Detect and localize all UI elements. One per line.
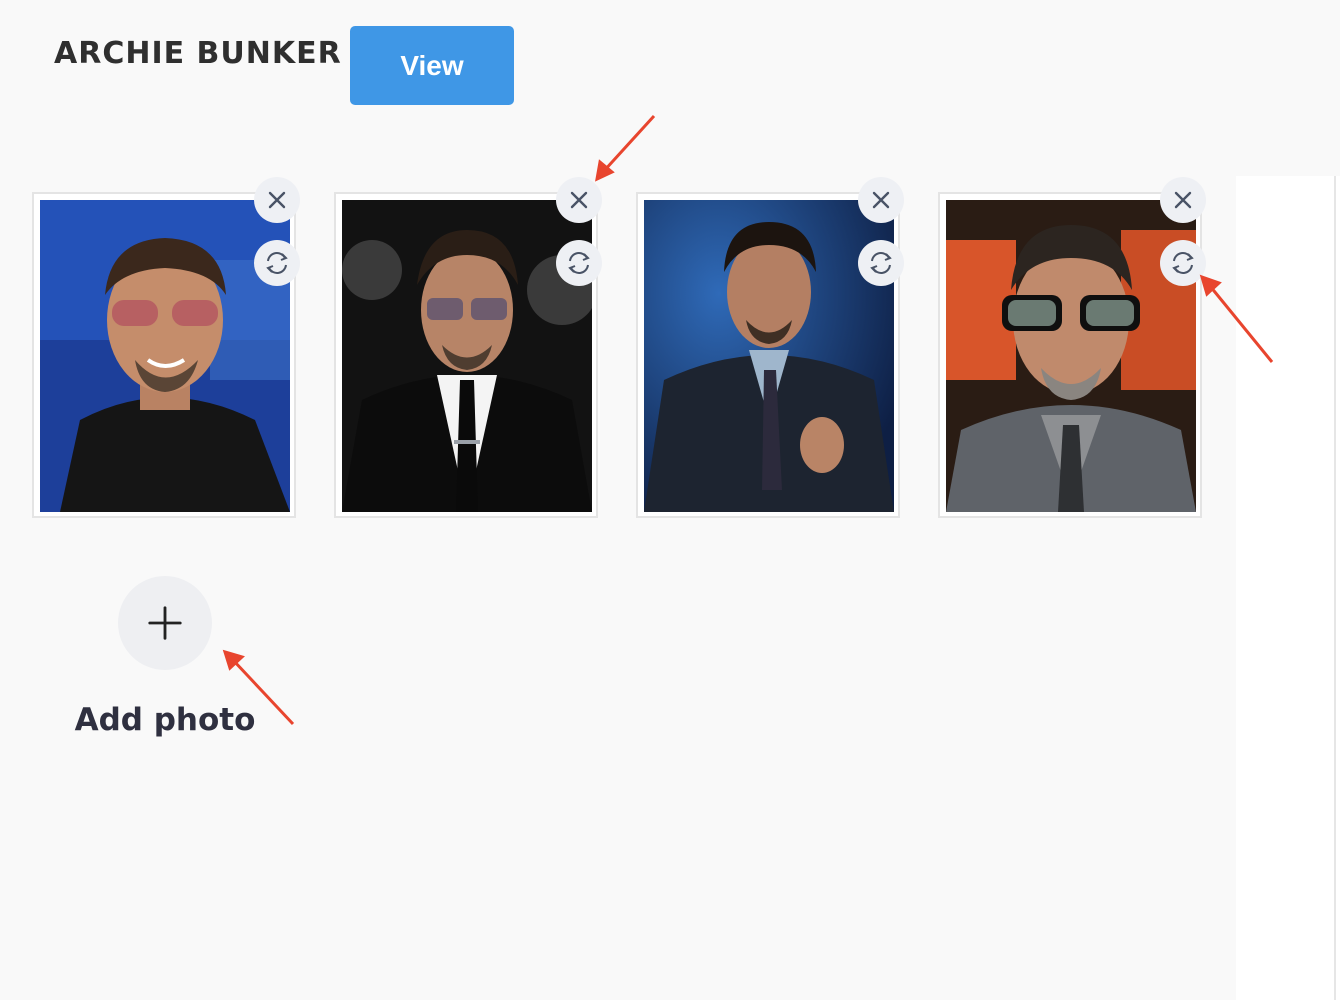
annotation-arrow [601, 114, 656, 174]
replace-photo-button[interactable] [858, 240, 904, 286]
annotation-arrowhead [1199, 274, 1222, 297]
replace-photo-button[interactable] [556, 240, 602, 286]
remove-photo-button[interactable] [858, 177, 904, 223]
view-button[interactable]: View [350, 26, 514, 105]
refresh-icon [568, 252, 590, 274]
photo-card [334, 192, 598, 518]
remove-photo-button[interactable] [254, 177, 300, 223]
add-photo-label[interactable]: Add photo [54, 700, 276, 740]
add-photo-button[interactable] [118, 576, 212, 670]
plus-icon [148, 606, 182, 640]
replace-photo-button[interactable] [1160, 240, 1206, 286]
panel-divider [1334, 176, 1336, 1000]
photo-thumbnail[interactable] [946, 200, 1196, 512]
close-icon [1174, 191, 1192, 209]
photo-thumbnail[interactable] [40, 200, 290, 512]
remove-photo-button[interactable] [556, 177, 602, 223]
portrait-image [644, 200, 894, 512]
refresh-icon [266, 252, 288, 274]
annotation-arrowhead [222, 649, 245, 671]
profile-name: ARCHIE BUNKER [54, 36, 342, 71]
side-panel [1236, 176, 1340, 1000]
close-icon [872, 191, 890, 209]
portrait-image [342, 200, 592, 512]
photo-thumbnail[interactable] [342, 200, 592, 512]
photo-card [938, 192, 1202, 518]
portrait-image [40, 200, 290, 512]
refresh-icon [1172, 252, 1194, 274]
photo-thumbnail[interactable] [644, 200, 894, 512]
close-icon [570, 191, 588, 209]
photo-card [32, 192, 296, 518]
close-icon [268, 191, 286, 209]
portrait-image [946, 200, 1196, 512]
photo-card [636, 192, 900, 518]
replace-photo-button[interactable] [254, 240, 300, 286]
annotation-arrowhead [595, 159, 615, 182]
remove-photo-button[interactable] [1160, 177, 1206, 223]
refresh-icon [870, 252, 892, 274]
